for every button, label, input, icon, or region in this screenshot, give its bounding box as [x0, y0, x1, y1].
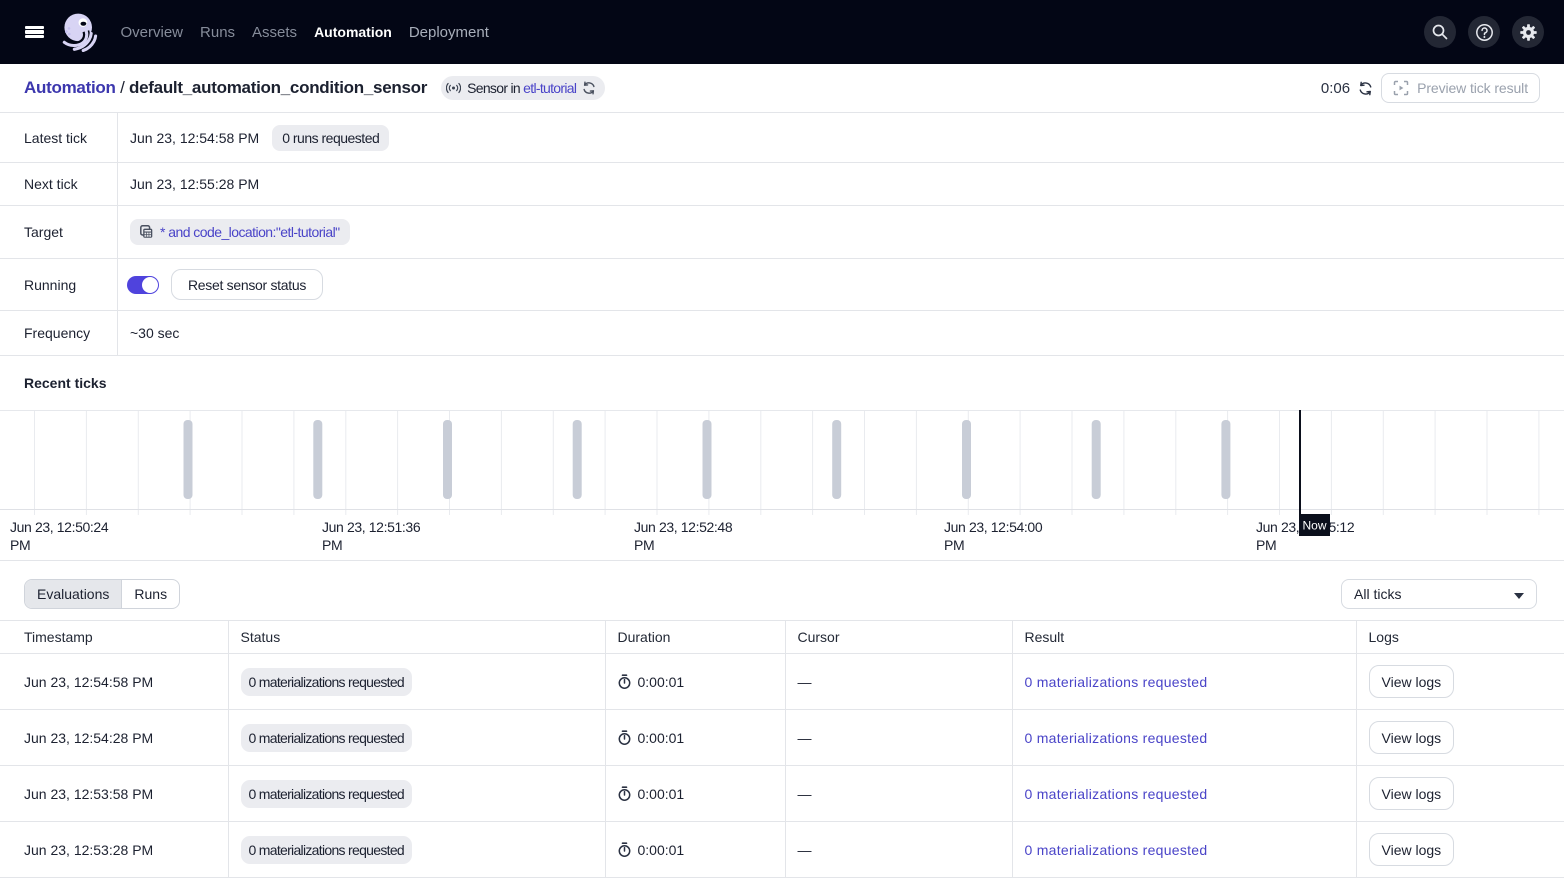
svg-text:PM: PM [944, 537, 964, 553]
svg-text:Jun 23, 12:51:36: Jun 23, 12:51:36 [322, 519, 421, 535]
svg-text:Jun 23, 12:54:00: Jun 23, 12:54:00 [944, 519, 1043, 535]
svg-text:PM: PM [10, 537, 30, 553]
svg-text:PM: PM [634, 537, 654, 553]
svg-text:PM: PM [322, 537, 342, 553]
svg-text:Now: Now [1302, 519, 1326, 533]
svg-text:Jun 23, 12:50:24: Jun 23, 12:50:24 [10, 519, 109, 535]
svg-text:PM: PM [1256, 537, 1276, 553]
svg-text:Jun 23, 12:52:48: Jun 23, 12:52:48 [634, 519, 733, 535]
